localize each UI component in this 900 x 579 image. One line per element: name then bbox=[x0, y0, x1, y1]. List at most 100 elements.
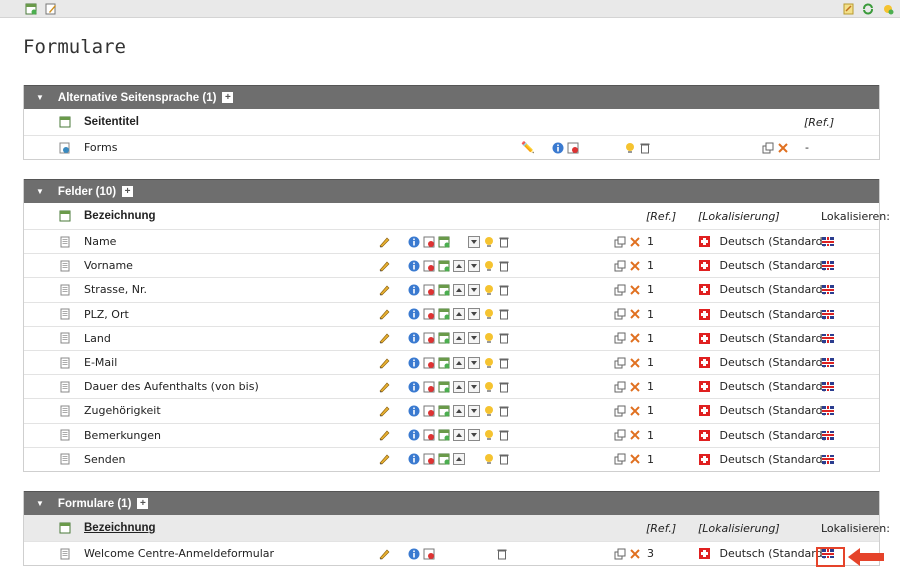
row-label[interactable]: Strasse, Nr. bbox=[84, 283, 147, 296]
row-label[interactable]: Zugehörigkeit bbox=[84, 404, 161, 417]
history-icon[interactable] bbox=[567, 142, 579, 154]
history-icon[interactable] bbox=[423, 357, 435, 369]
copy-icon[interactable] bbox=[762, 142, 774, 154]
history-icon[interactable] bbox=[423, 260, 435, 272]
cut-icon[interactable] bbox=[629, 405, 641, 417]
move-up-icon[interactable] bbox=[453, 380, 465, 393]
lightbulb-icon[interactable] bbox=[483, 332, 495, 344]
edit-icon[interactable] bbox=[378, 548, 390, 560]
info-icon[interactable] bbox=[408, 284, 420, 296]
cut-icon[interactable] bbox=[629, 284, 641, 296]
info-icon[interactable] bbox=[408, 381, 420, 393]
row-label[interactable]: Senden bbox=[84, 453, 125, 466]
lightbulb-icon[interactable] bbox=[483, 381, 495, 393]
edit-icon[interactable]: ✏️ bbox=[521, 141, 535, 154]
copy-icon[interactable] bbox=[614, 405, 626, 417]
uk-flag-icon[interactable] bbox=[822, 454, 834, 464]
trash-icon[interactable] bbox=[498, 429, 510, 441]
info-icon[interactable] bbox=[408, 548, 420, 560]
lightbulb-icon[interactable] bbox=[624, 142, 636, 154]
move-down-icon[interactable] bbox=[468, 380, 480, 393]
trash-icon[interactable] bbox=[498, 381, 510, 393]
lightbulb-icon[interactable] bbox=[483, 236, 495, 248]
cut-icon[interactable] bbox=[629, 260, 641, 272]
section-header[interactable]: ▼ Formulare (1) + bbox=[24, 491, 879, 515]
history-icon[interactable] bbox=[423, 548, 435, 560]
info-icon[interactable] bbox=[408, 429, 420, 441]
edit-icon[interactable] bbox=[378, 260, 390, 272]
move-down-icon[interactable] bbox=[468, 332, 480, 345]
move-up-icon[interactable] bbox=[453, 283, 465, 296]
add-icon[interactable]: + bbox=[222, 92, 234, 103]
new-after-icon[interactable] bbox=[438, 381, 450, 393]
uk-flag-icon[interactable] bbox=[822, 237, 834, 247]
new-record-icon[interactable] bbox=[25, 3, 37, 15]
trash-icon[interactable] bbox=[496, 548, 508, 560]
move-up-icon[interactable] bbox=[453, 404, 465, 417]
trash-icon[interactable] bbox=[498, 236, 510, 248]
new-after-icon[interactable] bbox=[438, 332, 450, 344]
cut-icon[interactable] bbox=[629, 357, 641, 369]
trash-icon[interactable] bbox=[639, 142, 651, 154]
column-title[interactable]: Bezeichnung bbox=[84, 210, 156, 222]
copy-icon[interactable] bbox=[614, 453, 626, 465]
uk-flag-icon[interactable] bbox=[822, 285, 834, 295]
trash-icon[interactable] bbox=[498, 332, 510, 344]
new-after-icon[interactable] bbox=[438, 260, 450, 272]
uk-flag-icon[interactable] bbox=[822, 261, 834, 271]
copy-icon[interactable] bbox=[614, 260, 626, 272]
copy-icon[interactable] bbox=[614, 357, 626, 369]
move-down-icon[interactable] bbox=[468, 429, 480, 442]
cut-icon[interactable] bbox=[629, 453, 641, 465]
section-header[interactable]: ▼ Alternative Seitensprache (1) + bbox=[24, 85, 879, 109]
info-icon[interactable] bbox=[408, 260, 420, 272]
uk-flag-icon[interactable] bbox=[822, 406, 834, 416]
add-icon[interactable]: + bbox=[122, 186, 134, 197]
column-title[interactable]: Bezeichnung bbox=[84, 522, 156, 534]
new-after-icon[interactable] bbox=[438, 453, 450, 465]
lightbulb-icon[interactable] bbox=[483, 429, 495, 441]
history-icon[interactable] bbox=[423, 381, 435, 393]
edit-icon[interactable] bbox=[378, 429, 390, 441]
trash-icon[interactable] bbox=[498, 284, 510, 296]
add-icon[interactable]: + bbox=[137, 498, 149, 509]
column-title[interactable]: Seitentitel bbox=[84, 116, 139, 128]
lightbulb-icon[interactable] bbox=[483, 284, 495, 296]
new-content-icon[interactable] bbox=[882, 3, 894, 15]
row-label[interactable]: Forms bbox=[84, 141, 117, 154]
info-icon[interactable] bbox=[408, 453, 420, 465]
trash-icon[interactable] bbox=[498, 453, 510, 465]
refresh-icon[interactable] bbox=[862, 3, 874, 15]
trash-icon[interactable] bbox=[498, 260, 510, 272]
edit-icon[interactable] bbox=[378, 381, 390, 393]
new-after-icon[interactable] bbox=[438, 284, 450, 296]
uk-flag-icon[interactable] bbox=[822, 430, 834, 440]
info-icon[interactable] bbox=[408, 236, 420, 248]
info-icon[interactable] bbox=[408, 405, 420, 417]
lightbulb-icon[interactable] bbox=[483, 453, 495, 465]
copy-icon[interactable] bbox=[614, 284, 626, 296]
copy-icon[interactable] bbox=[614, 429, 626, 441]
trash-icon[interactable] bbox=[498, 357, 510, 369]
edit-icon[interactable] bbox=[378, 332, 390, 344]
edit-icon[interactable] bbox=[378, 405, 390, 417]
copy-icon[interactable] bbox=[614, 308, 626, 320]
lightbulb-icon[interactable] bbox=[483, 405, 495, 417]
uk-flag-icon[interactable] bbox=[822, 309, 834, 319]
move-down-icon[interactable] bbox=[468, 308, 480, 321]
move-up-icon[interactable] bbox=[453, 356, 465, 369]
move-up-icon[interactable] bbox=[453, 259, 465, 272]
clipboard-icon[interactable] bbox=[842, 3, 854, 15]
uk-flag-icon[interactable] bbox=[822, 382, 834, 392]
edit-icon[interactable] bbox=[378, 453, 390, 465]
move-up-icon[interactable] bbox=[453, 308, 465, 321]
move-down-icon[interactable] bbox=[468, 259, 480, 272]
move-down-icon[interactable] bbox=[468, 235, 480, 248]
copy-icon[interactable] bbox=[614, 548, 626, 560]
history-icon[interactable] bbox=[423, 453, 435, 465]
edit-icon[interactable] bbox=[378, 236, 390, 248]
row-label[interactable]: Land bbox=[84, 332, 111, 345]
info-icon[interactable] bbox=[408, 308, 420, 320]
row-label[interactable]: Dauer des Aufenthalts (von bis) bbox=[84, 380, 259, 393]
cut-icon[interactable] bbox=[629, 548, 641, 560]
